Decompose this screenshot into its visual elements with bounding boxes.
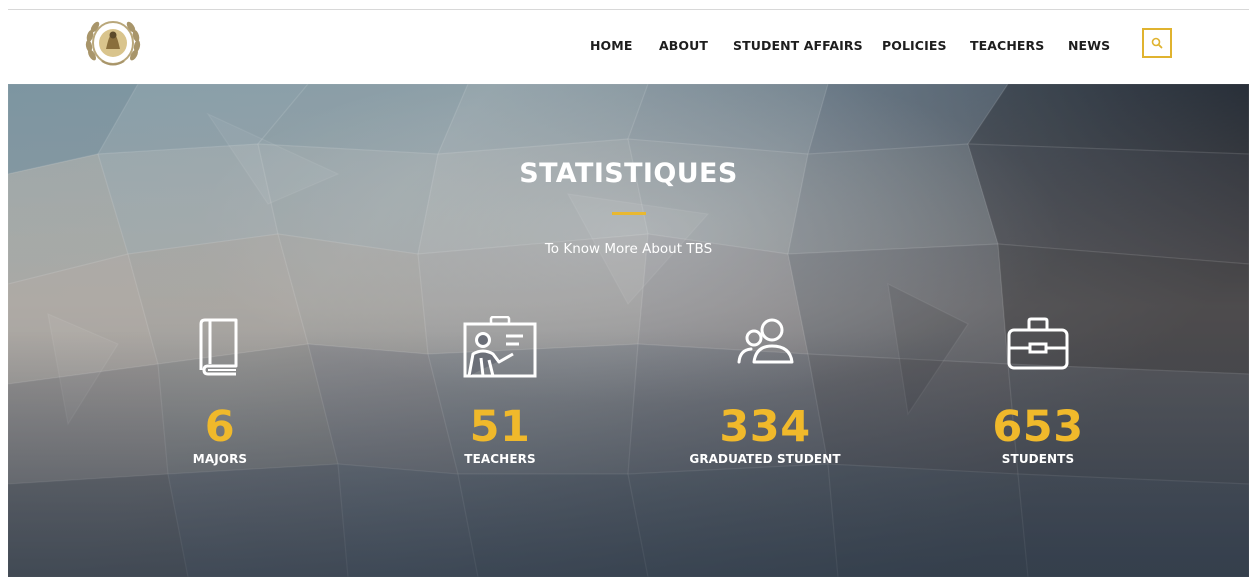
nav-home[interactable]: HOME: [590, 38, 632, 53]
title-divider: [612, 212, 646, 215]
search-icon: [1151, 37, 1163, 49]
stat-value: 6: [204, 402, 236, 452]
stat-value: 334: [719, 402, 811, 452]
nav-student-affairs[interactable]: STUDENT AFFAIRS: [733, 38, 863, 53]
stat-label: GRADUATED STUDENT: [689, 452, 841, 466]
nav-teachers[interactable]: TEACHERS: [970, 38, 1044, 53]
stat-label: TEACHERS: [464, 452, 536, 466]
nav-about[interactable]: ABOUT: [659, 38, 708, 53]
stat-label: STUDENTS: [1001, 452, 1075, 466]
stat-students: 653 STUDENTS: [918, 316, 1158, 466]
section-title: STATISTIQUES: [519, 158, 738, 189]
users-icon: [737, 318, 794, 364]
teacher-whiteboard-icon: [463, 316, 537, 378]
book-icon: [199, 318, 238, 376]
section-subtitle: To Know More About TBS: [544, 241, 713, 257]
search-button[interactable]: [1142, 28, 1172, 58]
stat-value: 653: [992, 402, 1084, 452]
logo[interactable]: [78, 13, 148, 71]
stat-label: MAJORS: [192, 452, 248, 466]
nav-policies[interactable]: POLICIES: [882, 38, 947, 53]
stat-teachers: 51 TEACHERS: [380, 316, 620, 466]
nav-news[interactable]: NEWS: [1068, 38, 1110, 53]
statistics-section: STATISTIQUES To Know More About TBS 6 MA…: [8, 84, 1249, 577]
stat-majors: 6 MAJORS: [100, 316, 340, 466]
briefcase-icon: [1007, 317, 1069, 370]
site-header: HOME ABOUT STUDENT AFFAIRS POLICIES TEAC…: [0, 10, 1249, 84]
eagle-laurel-emblem-icon: [85, 21, 141, 66]
stat-value: 51: [469, 402, 531, 452]
stat-graduated-students: 334 GRADUATED STUDENT: [645, 316, 885, 466]
